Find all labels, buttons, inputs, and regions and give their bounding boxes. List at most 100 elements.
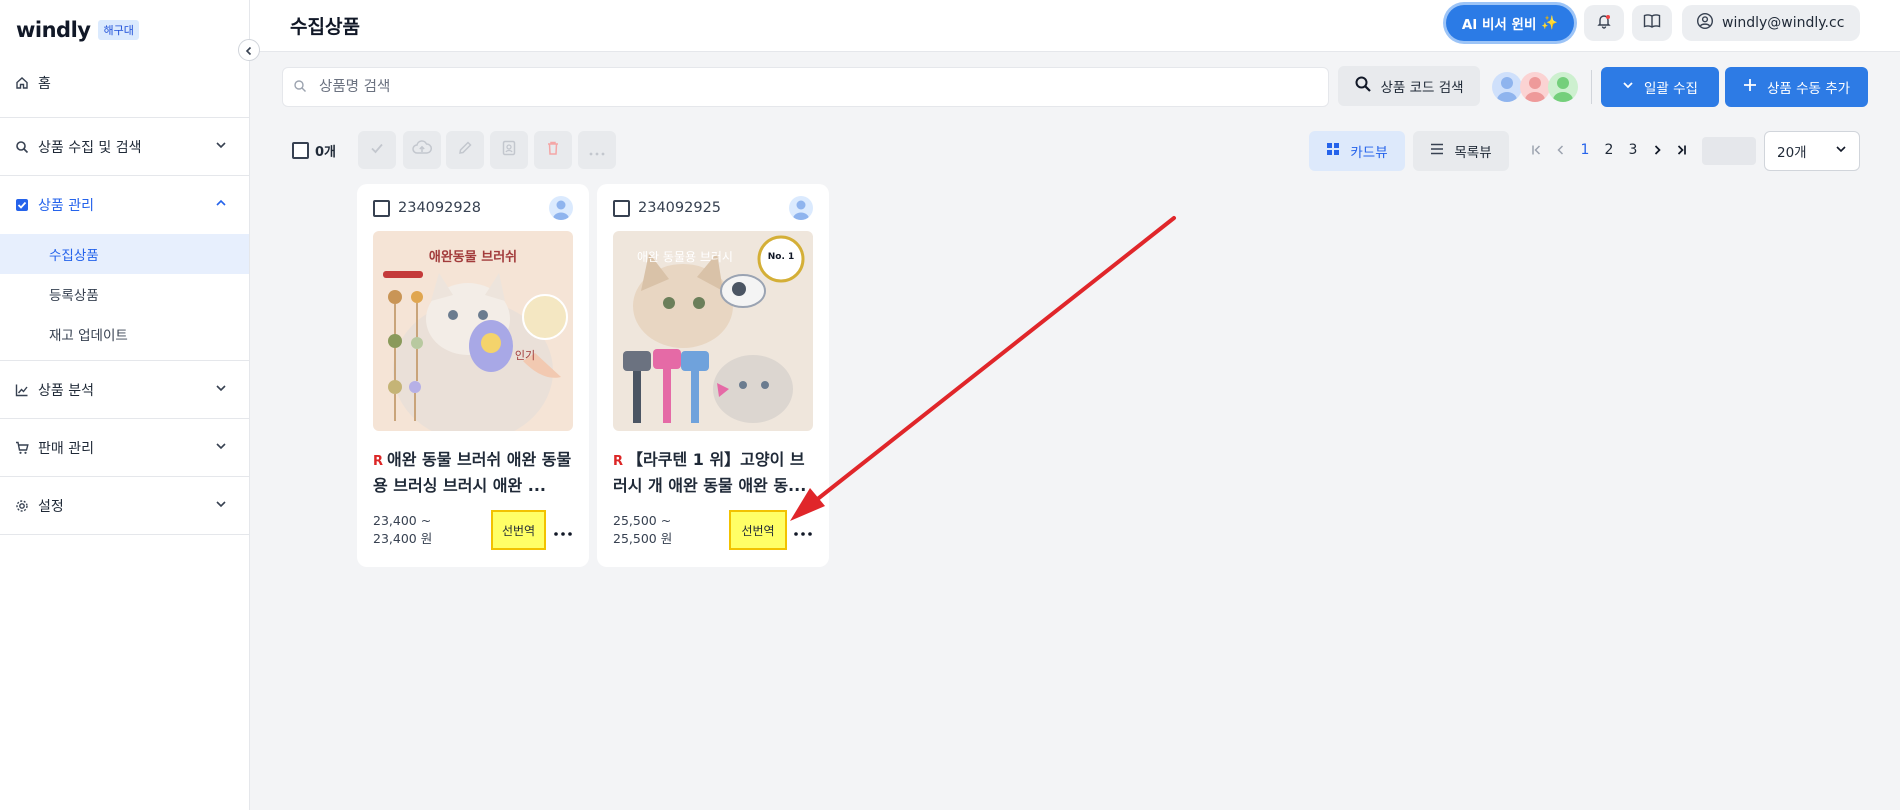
workspace-badge: 해구대	[98, 20, 139, 40]
product-price: 25,500 ~ 25,500 원	[613, 512, 672, 548]
card-header: 234092928	[373, 196, 573, 220]
prev-page-button[interactable]	[1552, 138, 1570, 162]
price-range-end: 23,400 원	[373, 531, 433, 546]
product-checkbox[interactable]	[373, 199, 390, 217]
product-card[interactable]: 234092928 애완동물 브러쉬 인기 R 애완 동물 브러쉬 애완 동물 …	[357, 184, 589, 567]
page-size-select[interactable]: 20개	[1764, 131, 1860, 171]
user-account-button[interactable]: windly@windly.cc	[1682, 5, 1860, 41]
chevron-left-icon	[244, 41, 254, 60]
book-icon	[1643, 13, 1661, 33]
page-jump-input[interactable]	[1702, 137, 1756, 165]
list-icon	[1430, 143, 1444, 159]
select-all[interactable]: 0개	[292, 141, 336, 160]
ai-assistant-label: AI 비서 윈비	[1461, 17, 1537, 33]
rank-badge-text: No. 1	[768, 252, 795, 262]
product-code-search-label: 상품 코드 검색	[1380, 80, 1464, 96]
sidebar-item-stock-update[interactable]: 재고 업데이트	[0, 314, 249, 354]
manual-add-button[interactable]: 상품 수동 추가	[1725, 67, 1868, 107]
product-code-search-button[interactable]: 상품 코드 검색	[1338, 66, 1480, 106]
price-range-end: 25,500 원	[613, 531, 673, 546]
logo[interactable]: windly	[16, 18, 91, 42]
page-3[interactable]: 3	[1624, 138, 1642, 162]
cat-brush-image: No. 1 애완 동물용 브러시	[613, 231, 813, 431]
more-actions-button[interactable]	[578, 131, 616, 169]
copy-button[interactable]	[490, 131, 528, 169]
home-icon	[14, 75, 30, 91]
nav-collect-search-label: 상품 수집 및 검색	[38, 139, 142, 156]
pagination: 1 2 3	[1528, 138, 1690, 162]
list-view-button[interactable]: 목록뷰	[1413, 131, 1509, 171]
nav-product-analysis[interactable]: 상품 분석	[0, 361, 249, 419]
nav-settings[interactable]: 설정	[0, 477, 249, 535]
list-view-label: 목록뷰	[1454, 145, 1492, 161]
product-title-text: 애완 동물 브러쉬 애완 동물 용 브러싱 브러시 애완 ...	[373, 450, 572, 495]
product-card[interactable]: 234092925 No. 1 애완 동물용 브러시 R 【라쿠텐 1 위】고양…	[597, 184, 829, 567]
guide-button[interactable]	[1632, 5, 1672, 41]
product-id: 234092928	[398, 200, 482, 216]
upload-button[interactable]	[403, 131, 441, 169]
last-page-button[interactable]	[1672, 138, 1690, 162]
brand: windly 해구대	[0, 0, 249, 60]
first-page-button[interactable]	[1528, 138, 1546, 162]
search-icon	[293, 78, 307, 97]
bulk-collect-button[interactable]: 일괄 수집	[1601, 67, 1719, 107]
card-view-button[interactable]: 카드뷰	[1309, 131, 1405, 171]
user-circle-icon	[1696, 12, 1714, 34]
collaborator-avatars[interactable]	[1492, 72, 1578, 102]
assignee-avatar[interactable]	[549, 196, 573, 220]
ellipsis-icon	[794, 521, 812, 540]
top-header: 수집상품 AI 비서 윈비 ✨ windly@windly.cc	[250, 0, 1900, 52]
page-1[interactable]: 1	[1576, 138, 1594, 162]
pet-brush-image: 애완동물 브러쉬 인기	[373, 231, 573, 431]
approve-button[interactable]	[358, 131, 396, 169]
delete-button[interactable]	[534, 131, 572, 169]
product-image-text: 애완동물 브러쉬	[429, 249, 517, 265]
pre-translate-button[interactable]: 선번역	[491, 510, 546, 550]
selected-count: 0개	[315, 145, 337, 160]
chevron-down-icon	[1835, 143, 1847, 159]
next-page-button[interactable]	[1648, 138, 1666, 162]
page-size-value: 20개	[1777, 145, 1807, 161]
plus-icon	[1743, 78, 1757, 96]
product-id: 234092925	[638, 200, 722, 216]
annotation-arrow	[790, 216, 1176, 521]
nav-settings-label: 설정	[38, 498, 64, 515]
nav-home[interactable]: 홈	[0, 60, 249, 106]
nav-product-manage[interactable]: 상품 관리	[0, 176, 249, 234]
product-checkbox[interactable]	[613, 199, 630, 217]
sidebar-item-registered[interactable]: 등록상품	[0, 274, 249, 314]
notification-button[interactable]	[1584, 5, 1624, 41]
nav-collect-search[interactable]: 상품 수집 및 검색	[0, 118, 249, 176]
product-image[interactable]: 애완동물 브러쉬 인기	[373, 231, 573, 431]
nav-home-label: 홈	[38, 76, 51, 92]
pencil-icon	[457, 140, 473, 160]
page-title: 수집상품	[290, 16, 360, 38]
grid-icon	[1326, 142, 1340, 160]
sidebar-item-collected[interactable]: 수집상품	[0, 234, 249, 274]
product-image[interactable]: No. 1 애완 동물용 브러시	[613, 231, 813, 431]
bulk-collect-label: 일괄 수집	[1644, 81, 1698, 97]
page-2[interactable]: 2	[1600, 138, 1618, 162]
select-all-checkbox[interactable]	[292, 142, 309, 159]
checkbox-checked-icon	[14, 197, 30, 213]
avatar	[1548, 72, 1578, 102]
check-icon	[369, 140, 385, 160]
chevron-down-icon	[215, 498, 227, 514]
sparkle-icon: ✨	[1541, 15, 1559, 31]
product-name-search-input[interactable]	[319, 79, 1269, 95]
assignee-avatar[interactable]	[789, 196, 813, 220]
ai-assistant-button[interactable]: AI 비서 윈비 ✨	[1446, 5, 1574, 41]
product-title[interactable]: R 【라쿠텐 1 위】고양이 브러시 개 애완 동물 애완 동...	[613, 448, 818, 496]
product-title[interactable]: R 애완 동물 브러쉬 애완 동물 용 브러싱 브러시 애완 ...	[373, 448, 578, 496]
nav-sales-manage[interactable]: 판매 관리	[0, 419, 249, 477]
chevron-down-icon	[215, 139, 227, 155]
collapse-sidebar-button[interactable]	[238, 39, 260, 61]
pre-translate-button[interactable]: 선번역	[729, 510, 787, 550]
search-icon	[1354, 75, 1372, 97]
nav-sales-manage-label: 판매 관리	[38, 440, 94, 457]
card-more-button[interactable]	[791, 518, 815, 542]
rakuten-icon: R	[373, 454, 384, 469]
chart-icon	[14, 382, 30, 398]
card-more-button[interactable]	[551, 518, 575, 542]
edit-button[interactable]	[446, 131, 484, 169]
